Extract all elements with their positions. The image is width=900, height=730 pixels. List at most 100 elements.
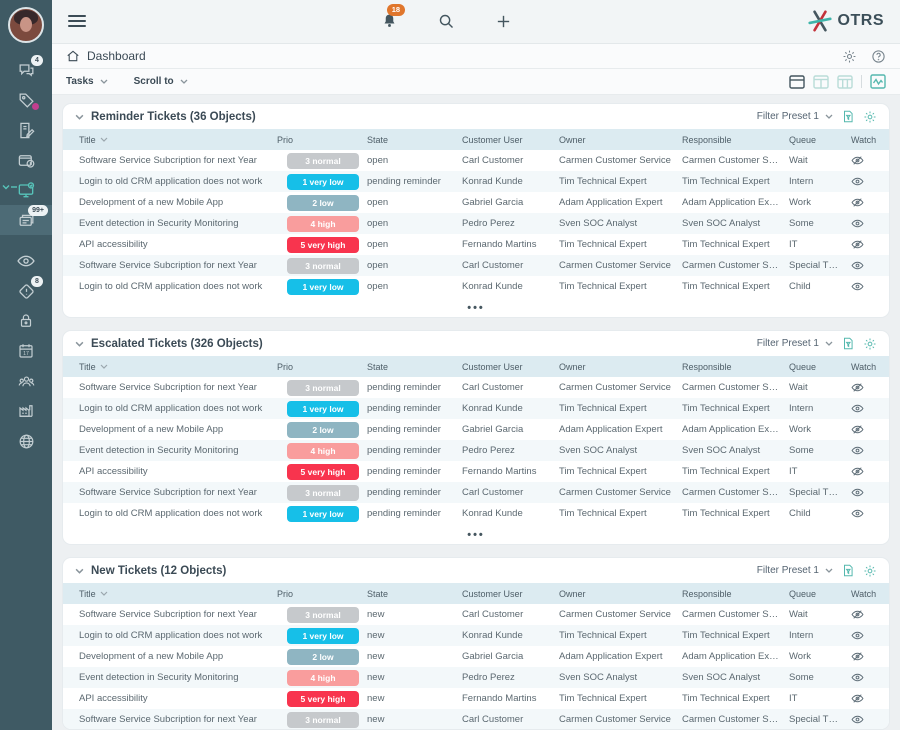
widget-collapse-toggle[interactable]: Reminder Tickets (36 Objects)	[75, 111, 256, 123]
ticket-title[interactable]: Login to old CRM application does not wo…	[79, 508, 277, 519]
ticket-row[interactable]: Software Service Subcription for next Ye…	[63, 604, 889, 625]
watch-toggle[interactable]	[851, 465, 889, 478]
sidebar-item-network[interactable]	[0, 426, 52, 456]
watch-toggle[interactable]	[851, 175, 889, 188]
watch-toggle[interactable]	[851, 608, 889, 621]
ticket-row[interactable]: API accessibility5 very highnewFernando …	[63, 688, 889, 709]
sidebar-item-priorities[interactable]: 8	[0, 276, 52, 306]
ticket-row[interactable]: Event detection in Security Monitoring4 …	[63, 667, 889, 688]
watch-toggle[interactable]	[851, 402, 889, 415]
column-header-owner[interactable]: Owner	[559, 589, 682, 599]
column-header-title[interactable]: Title	[79, 589, 277, 599]
ticket-row[interactable]: Login to old CRM application does not wo…	[63, 398, 889, 419]
ticket-row[interactable]: Event detection in Security Monitoring4 …	[63, 213, 889, 234]
watch-toggle[interactable]	[851, 671, 889, 684]
column-header-watch[interactable]: Watch	[851, 135, 889, 145]
tasks-dropdown[interactable]: Tasks	[66, 76, 108, 87]
watch-toggle[interactable]	[851, 486, 889, 499]
column-header-title[interactable]: Title	[79, 362, 277, 372]
sidebar-item-watched[interactable]	[0, 246, 52, 276]
watch-toggle[interactable]	[851, 259, 889, 272]
help-icon[interactable]	[871, 49, 886, 64]
watch-toggle[interactable]	[851, 692, 889, 705]
column-header-customer-user[interactable]: Customer User	[462, 135, 559, 145]
filter-preset-dropdown[interactable]: Filter Preset 1	[757, 111, 833, 122]
tree-expand-icon[interactable]	[2, 184, 18, 190]
sidebar-item-tags[interactable]	[0, 85, 52, 115]
ticket-row[interactable]: Software Service Subcription for next Ye…	[63, 377, 889, 398]
activity-chart-icon[interactable]	[870, 74, 886, 89]
widget-settings-icon[interactable]	[863, 564, 877, 578]
ticket-title[interactable]: Software Service Subcription for next Ye…	[79, 609, 277, 620]
notifications-button[interactable]: 18	[381, 12, 398, 30]
ticket-row[interactable]: Event detection in Security Monitoring4 …	[63, 440, 889, 461]
user-avatar[interactable]	[8, 7, 44, 43]
filter-preset-dropdown[interactable]: Filter Preset 1	[757, 565, 833, 576]
ticket-row[interactable]: Development of a new Mobile App2 lowpend…	[63, 419, 889, 440]
filter-document-icon[interactable]	[841, 109, 855, 124]
column-header-prio[interactable]: Prio	[277, 589, 367, 599]
column-header-state[interactable]: State	[367, 135, 462, 145]
sidebar-item-ticket-queues[interactable]: 99+	[0, 205, 52, 235]
watch-toggle[interactable]	[851, 238, 889, 251]
ticket-title[interactable]: Event detection in Security Monitoring	[79, 672, 277, 683]
ticket-title[interactable]: API accessibility	[79, 239, 277, 250]
widget-settings-icon[interactable]	[863, 110, 877, 124]
layout-two-columns-icon[interactable]	[813, 75, 829, 89]
ticket-title[interactable]: Development of a new Mobile App	[79, 197, 277, 208]
ticket-row[interactable]: Login to old CRM application does not wo…	[63, 503, 889, 524]
sidebar-item-notes[interactable]	[0, 115, 52, 145]
ticket-title[interactable]: Event detection in Security Monitoring	[79, 218, 277, 229]
watch-toggle[interactable]	[851, 280, 889, 293]
watch-toggle[interactable]	[851, 196, 889, 209]
ticket-title[interactable]: Login to old CRM application does not wo…	[79, 281, 277, 292]
ticket-title[interactable]: Development of a new Mobile App	[79, 651, 277, 662]
ticket-row[interactable]: API accessibility5 very highopenFernando…	[63, 234, 889, 255]
layout-three-columns-icon[interactable]	[837, 75, 853, 89]
widget-collapse-toggle[interactable]: Escalated Tickets (326 Objects)	[75, 338, 263, 350]
ticket-row[interactable]: Software Service Subcription for next Ye…	[63, 709, 889, 730]
breadcrumb[interactable]: Dashboard	[66, 49, 146, 63]
ticket-title[interactable]: Software Service Subcription for next Ye…	[79, 260, 277, 271]
otrs-logo[interactable]: OTRS	[807, 8, 884, 34]
ticket-title[interactable]: API accessibility	[79, 693, 277, 704]
ticket-row[interactable]: Login to old CRM application does not wo…	[63, 276, 889, 297]
column-header-queue[interactable]: Queue	[789, 362, 851, 372]
ticket-row[interactable]: Development of a new Mobile App2 lownewG…	[63, 646, 889, 667]
load-more-button[interactable]: •••	[63, 297, 889, 318]
watch-toggle[interactable]	[851, 507, 889, 520]
watch-toggle[interactable]	[851, 444, 889, 457]
widget-settings-icon[interactable]	[863, 337, 877, 351]
filter-preset-dropdown[interactable]: Filter Preset 1	[757, 338, 833, 349]
ticket-row[interactable]: Login to old CRM application does not wo…	[63, 625, 889, 646]
column-header-watch[interactable]: Watch	[851, 589, 889, 599]
ticket-title[interactable]: API accessibility	[79, 466, 277, 477]
watch-toggle[interactable]	[851, 154, 889, 167]
ticket-row[interactable]: Development of a new Mobile App2 lowopen…	[63, 192, 889, 213]
ticket-row[interactable]: Software Service Subcription for next Ye…	[63, 255, 889, 276]
ticket-row[interactable]: Software Service Subcription for next Ye…	[63, 482, 889, 503]
sidebar-item-chats[interactable]: 4	[0, 55, 52, 85]
watch-toggle[interactable]	[851, 629, 889, 642]
watch-toggle[interactable]	[851, 423, 889, 436]
filter-document-icon[interactable]	[841, 336, 855, 351]
sidebar-item-organizations[interactable]	[0, 396, 52, 426]
settings-gear-icon[interactable]	[842, 49, 857, 64]
search-button[interactable]	[438, 13, 455, 30]
column-header-queue[interactable]: Queue	[789, 589, 851, 599]
ticket-title[interactable]: Development of a new Mobile App	[79, 424, 277, 435]
ticket-title[interactable]: Event detection in Security Monitoring	[79, 445, 277, 456]
column-header-queue[interactable]: Queue	[789, 135, 851, 145]
column-header-customer-user[interactable]: Customer User	[462, 589, 559, 599]
ticket-row[interactable]: Login to old CRM application does not wo…	[63, 171, 889, 192]
column-header-title[interactable]: Title	[79, 135, 277, 145]
filter-document-icon[interactable]	[841, 563, 855, 578]
ticket-title[interactable]: Software Service Subcription for next Ye…	[79, 714, 277, 725]
create-new-button[interactable]	[495, 13, 512, 30]
watch-toggle[interactable]	[851, 381, 889, 394]
watch-toggle[interactable]	[851, 713, 889, 726]
menu-icon[interactable]	[68, 12, 86, 30]
watch-toggle[interactable]	[851, 217, 889, 230]
column-header-owner[interactable]: Owner	[559, 362, 682, 372]
sidebar-item-calendar[interactable]: 17	[0, 336, 52, 366]
